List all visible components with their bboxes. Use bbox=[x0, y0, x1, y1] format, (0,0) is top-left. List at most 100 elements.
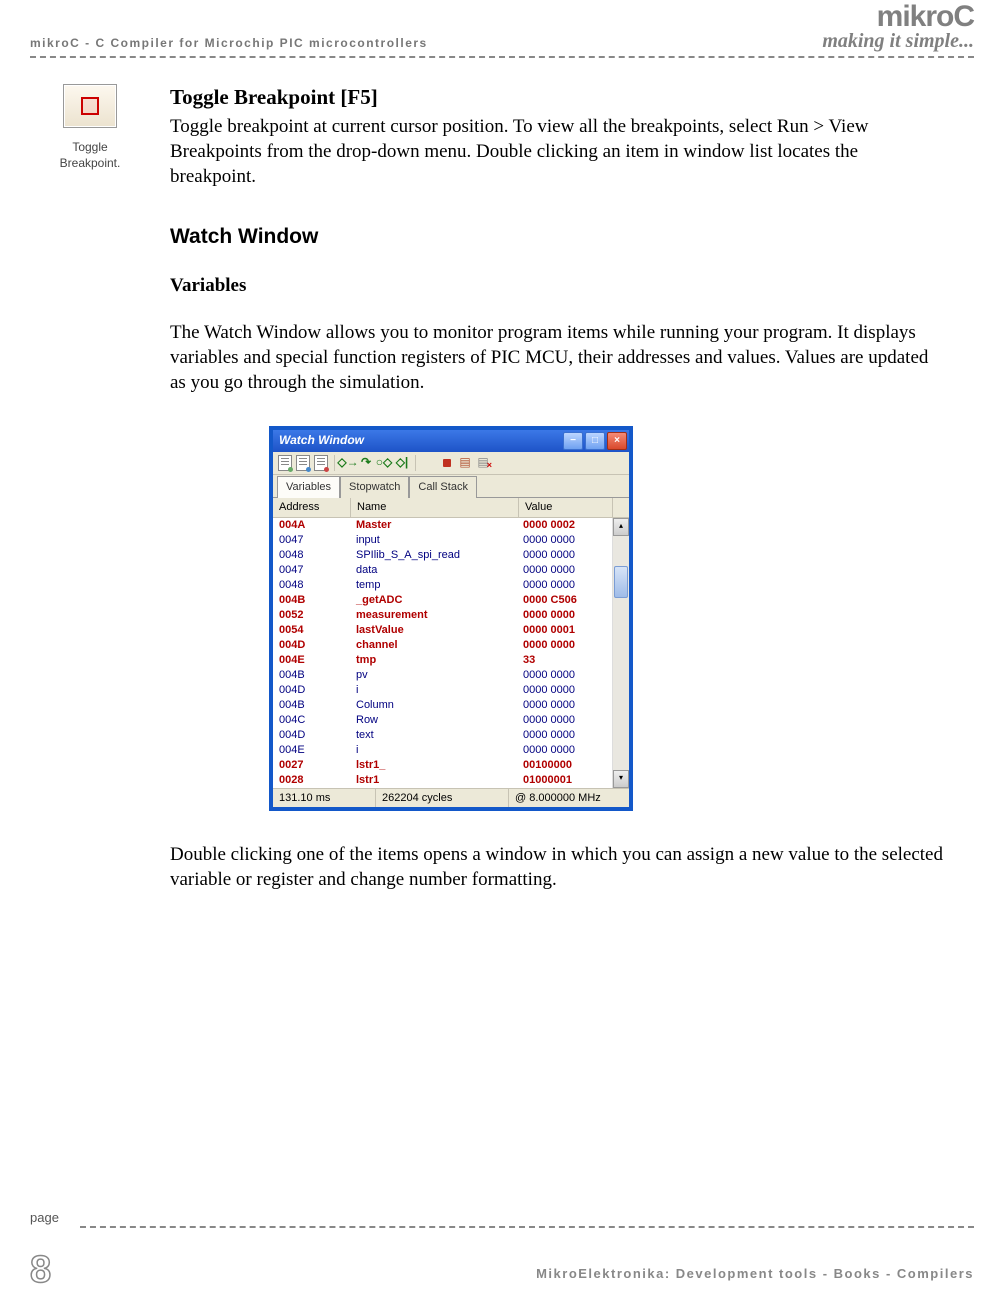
table-row[interactable]: 0047data0000 0000 bbox=[273, 563, 612, 578]
header-left-text: mikroC - C Compiler for Microchip PIC mi… bbox=[30, 36, 428, 50]
footer-text: MikroElektronika: Development tools - Bo… bbox=[536, 1266, 974, 1289]
toolbar-delete-icon[interactable] bbox=[313, 455, 329, 471]
cell-value: 0000 0000 bbox=[517, 638, 612, 653]
cell-value: 0000 0000 bbox=[517, 548, 612, 563]
cell-value: 0000 C506 bbox=[517, 593, 612, 608]
status-time: 131.10 ms bbox=[273, 789, 376, 808]
toolbar-stop-icon[interactable] bbox=[439, 455, 455, 471]
table-row[interactable]: 004CRow0000 0000 bbox=[273, 713, 612, 728]
variables-heading: Variables bbox=[170, 273, 944, 298]
table-row[interactable]: 0048SPIlib_S_A_spi_read0000 0000 bbox=[273, 548, 612, 563]
cell-name: measurement bbox=[350, 608, 517, 623]
table-row[interactable]: 0054lastValue0000 0001 bbox=[273, 623, 612, 638]
page-number: 8 bbox=[30, 1251, 59, 1289]
window-toolbar: ◇→ ↷ ○◇ ◇| ▤ ▤× bbox=[273, 452, 629, 475]
breakpoint-square-icon bbox=[81, 97, 99, 115]
cell-value: 01000001 bbox=[517, 773, 612, 788]
toolbar-step-over-icon[interactable]: ◇→ bbox=[340, 455, 356, 471]
cell-name: Master bbox=[350, 518, 517, 533]
sidebar-caption-line2: Breakpoint. bbox=[60, 156, 121, 170]
cell-address: 004E bbox=[273, 743, 350, 758]
cell-name: temp bbox=[350, 578, 517, 593]
watch-window-heading: Watch Window bbox=[170, 223, 944, 251]
cell-address: 004A bbox=[273, 518, 350, 533]
toolbar-step-out-icon[interactable]: ○◇ bbox=[376, 455, 392, 471]
toolbar-run-to-icon[interactable]: ◇| bbox=[394, 455, 410, 471]
column-headers: Address Name Value bbox=[273, 497, 629, 518]
cell-value: 0000 0001 bbox=[517, 623, 612, 638]
scroll-up-icon[interactable]: ▴ bbox=[613, 518, 629, 536]
cell-address: 004D bbox=[273, 728, 350, 743]
table-row[interactable]: 004Dchannel0000 0000 bbox=[273, 638, 612, 653]
toolbar-copy-icon[interactable] bbox=[295, 455, 311, 471]
tab-variables[interactable]: Variables bbox=[277, 476, 340, 498]
cell-value: 0000 0000 bbox=[517, 563, 612, 578]
page-footer: page 8 MikroElektronika: Development too… bbox=[0, 1226, 1004, 1289]
table-row[interactable]: 004Etmp33 bbox=[273, 653, 612, 668]
toggle-breakpoint-paragraph: Toggle breakpoint at current cursor posi… bbox=[170, 114, 944, 189]
scroll-track[interactable] bbox=[613, 536, 629, 770]
cell-value: 0000 0000 bbox=[517, 713, 612, 728]
table-row[interactable]: 004Bpv0000 0000 bbox=[273, 668, 612, 683]
page-header: mikroC - C Compiler for Microchip PIC mi… bbox=[0, 0, 1004, 56]
maximize-button[interactable]: □ bbox=[585, 432, 605, 450]
toolbar-clear-icon[interactable]: ▤× bbox=[475, 455, 491, 471]
column-address[interactable]: Address bbox=[273, 498, 351, 518]
table-row[interactable]: 0028lstr101000001 bbox=[273, 773, 612, 788]
page-label: page bbox=[30, 1210, 59, 1225]
cell-address: 0027 bbox=[273, 758, 350, 773]
cell-address: 0054 bbox=[273, 623, 350, 638]
table-row[interactable]: 0052measurement0000 0000 bbox=[273, 608, 612, 623]
sidebar-caption: Toggle Breakpoint. bbox=[30, 140, 150, 171]
column-value[interactable]: Value bbox=[519, 498, 613, 518]
cell-name: data bbox=[350, 563, 517, 578]
table-row[interactable]: 0027lstr1_00100000 bbox=[273, 758, 612, 773]
column-name[interactable]: Name bbox=[351, 498, 519, 518]
cell-name: input bbox=[350, 533, 517, 548]
tagline-text: making it simple... bbox=[822, 30, 974, 53]
cell-address: 004D bbox=[273, 683, 350, 698]
cell-value: 0000 0000 bbox=[517, 533, 612, 548]
cell-address: 0052 bbox=[273, 608, 350, 623]
status-frequency: @ 8.000000 MHz bbox=[509, 789, 629, 808]
cell-value: 0000 0000 bbox=[517, 743, 612, 758]
table-row[interactable]: 0047input0000 0000 bbox=[273, 533, 612, 548]
watch-rows-container: 004AMaster0000 00020047input0000 0000004… bbox=[273, 518, 612, 788]
window-title: Watch Window bbox=[279, 433, 364, 449]
toggle-breakpoint-icon bbox=[63, 84, 117, 128]
cell-address: 004C bbox=[273, 713, 350, 728]
toolbar-new-icon[interactable] bbox=[277, 455, 293, 471]
cell-address: 0047 bbox=[273, 563, 350, 578]
main-content: Toggle Breakpoint [F5] Toggle breakpoint… bbox=[170, 84, 944, 918]
toggle-breakpoint-heading: Toggle Breakpoint [F5] bbox=[170, 84, 944, 112]
cell-name: lstr1 bbox=[350, 773, 517, 788]
cell-value: 0000 0000 bbox=[517, 728, 612, 743]
cell-name: text bbox=[350, 728, 517, 743]
table-row[interactable]: 004AMaster0000 0002 bbox=[273, 518, 612, 533]
cell-address: 004B bbox=[273, 698, 350, 713]
status-bar: 131.10 ms 262204 cycles @ 8.000000 MHz bbox=[273, 788, 629, 808]
close-button[interactable]: × bbox=[607, 432, 627, 450]
toolbar-separator bbox=[415, 455, 416, 471]
scrollbar[interactable]: ▴ ▾ bbox=[612, 518, 629, 788]
tab-stopwatch[interactable]: Stopwatch bbox=[340, 476, 409, 498]
table-row[interactable]: 004Ei0000 0000 bbox=[273, 743, 612, 758]
table-row[interactable]: 004BColumn0000 0000 bbox=[273, 698, 612, 713]
cell-name: lastValue bbox=[350, 623, 517, 638]
logo-text: mikroC bbox=[822, 0, 974, 34]
toolbar-step-into-icon[interactable]: ↷ bbox=[358, 455, 374, 471]
toolbar-list-icon[interactable]: ▤ bbox=[457, 455, 473, 471]
cell-value: 0000 0000 bbox=[517, 698, 612, 713]
status-cycles: 262204 cycles bbox=[376, 789, 509, 808]
window-titlebar[interactable]: Watch Window − □ × bbox=[273, 430, 629, 452]
cell-address: 0048 bbox=[273, 548, 350, 563]
minimize-button[interactable]: − bbox=[563, 432, 583, 450]
scroll-thumb[interactable] bbox=[614, 566, 628, 598]
scroll-down-icon[interactable]: ▾ bbox=[613, 770, 629, 788]
cell-value: 33 bbox=[517, 653, 612, 668]
table-row[interactable]: 0048temp0000 0000 bbox=[273, 578, 612, 593]
table-row[interactable]: 004Di0000 0000 bbox=[273, 683, 612, 698]
table-row[interactable]: 004Dtext0000 0000 bbox=[273, 728, 612, 743]
tab-callstack[interactable]: Call Stack bbox=[409, 476, 477, 498]
table-row[interactable]: 004B_getADC0000 C506 bbox=[273, 593, 612, 608]
